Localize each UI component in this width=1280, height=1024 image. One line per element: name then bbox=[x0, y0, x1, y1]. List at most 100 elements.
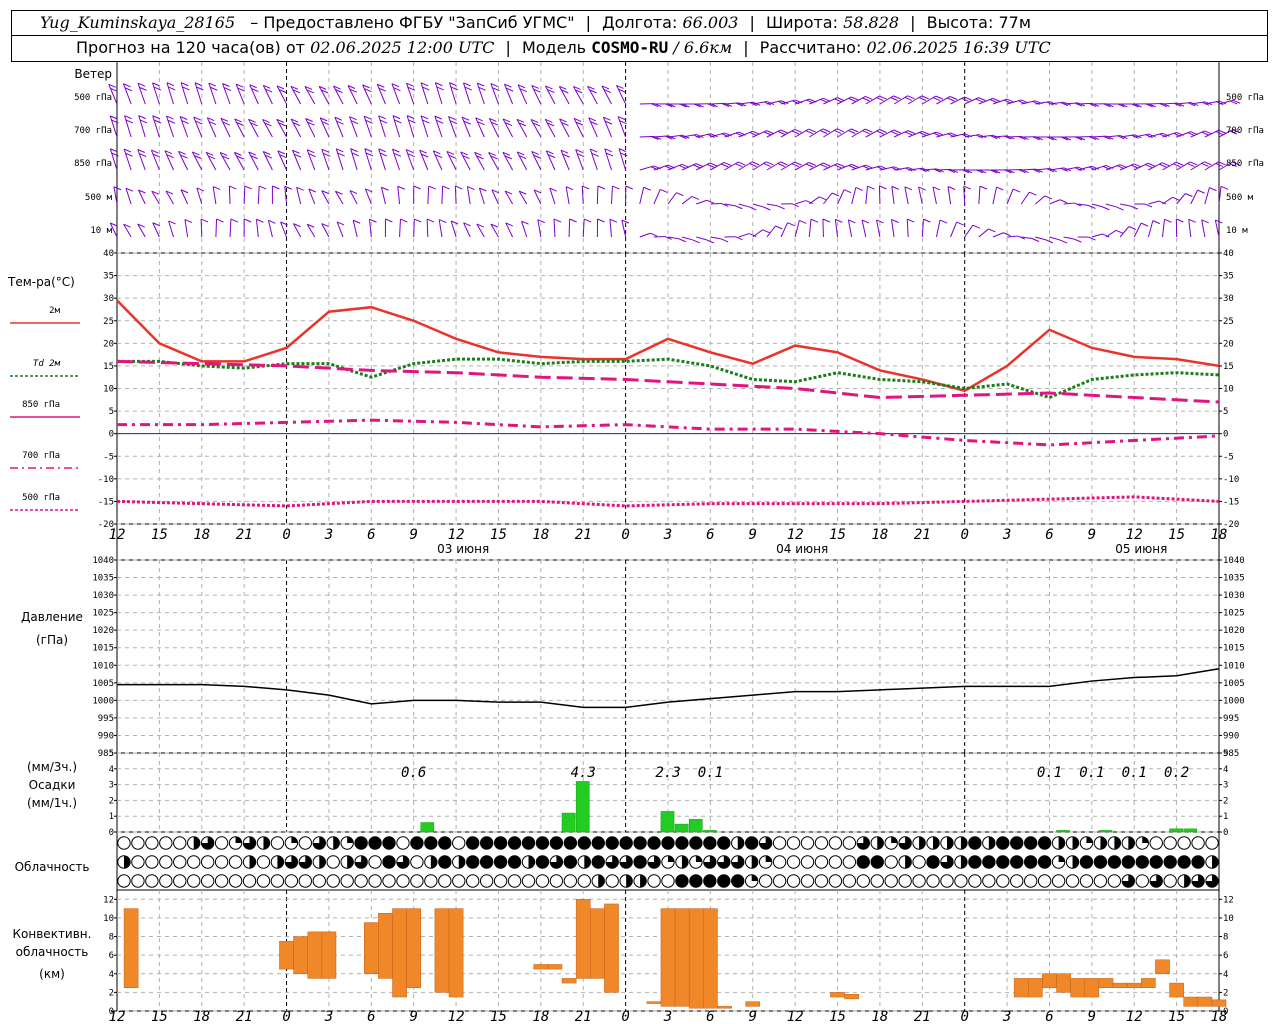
cloud-symbol bbox=[1065, 874, 1080, 888]
cloud-symbol-fill bbox=[891, 836, 898, 843]
precip-total-label: 4.3 bbox=[571, 765, 596, 781]
wind-barb-flag bbox=[597, 218, 605, 223]
wind-barb-flag bbox=[1187, 163, 1195, 168]
wind-barb-flag bbox=[972, 224, 981, 229]
cloud-symbol bbox=[1107, 874, 1122, 888]
wind-barb bbox=[319, 117, 330, 138]
y-tick-label-left: 1010 bbox=[92, 661, 114, 671]
wind-barb-flag bbox=[865, 96, 873, 100]
x-hour-label: 0 bbox=[282, 527, 290, 543]
wind-barb-flag bbox=[1189, 161, 1198, 166]
x-hour-label: 6 bbox=[367, 527, 375, 543]
wind-barb bbox=[248, 119, 259, 138]
cloud-symbol-fill bbox=[466, 855, 479, 869]
x-hour-label: 15 bbox=[829, 527, 846, 543]
cloud-symbol-fill bbox=[703, 836, 717, 850]
cloud-symbol-fill bbox=[1038, 836, 1051, 850]
cloud-symbol-fill bbox=[619, 836, 633, 850]
wind-barb bbox=[434, 115, 443, 138]
cloud-symbol bbox=[982, 874, 996, 888]
wind-barb bbox=[531, 85, 542, 105]
cloud-symbol bbox=[1163, 836, 1177, 850]
cloud-symbol-fill bbox=[1108, 855, 1121, 869]
wind-barb-flag bbox=[1012, 188, 1021, 193]
wind-barb-flag bbox=[369, 218, 377, 223]
y-tick-label-left: 1015 bbox=[92, 644, 114, 654]
temp-legend: 2м Td 2м 850 гПа 700 гПа 500 гПа bbox=[10, 306, 80, 511]
cloud-symbol-fill bbox=[494, 836, 507, 850]
wind-barb bbox=[531, 151, 542, 171]
wind-barb bbox=[248, 151, 259, 171]
precip-total-label: 0.6 bbox=[401, 765, 426, 781]
cloud-symbol bbox=[131, 855, 145, 869]
wind-barb bbox=[441, 186, 444, 205]
x-day-label: 05 июня bbox=[1115, 542, 1167, 556]
x-hour-label-bottom: 6 bbox=[706, 1009, 714, 1024]
wind-barb bbox=[837, 96, 852, 105]
meteogram-chart: 0.6 4.3 2.3 0.1 0.1 0.1 0.1 0.2 40 4035 3530 3025 2… bbox=[7, 62, 1264, 1024]
y-tick-label-left: 5 bbox=[109, 407, 114, 417]
wind-barb bbox=[350, 148, 358, 171]
wind-barb-flag bbox=[904, 96, 913, 101]
cloud-symbol-fill bbox=[249, 855, 256, 869]
wind-barb bbox=[1035, 236, 1047, 241]
cloud-symbol-fill bbox=[528, 855, 535, 869]
cloud-symbol bbox=[396, 874, 410, 888]
cloud-symbol bbox=[159, 874, 173, 888]
wind-barb-flag bbox=[904, 186, 913, 191]
cloud-symbol-fill bbox=[1038, 855, 1051, 869]
cloud-symbol bbox=[270, 874, 285, 888]
cloud-symbol-fill bbox=[1100, 836, 1107, 850]
wind-barb bbox=[559, 118, 570, 138]
cloud-symbol-fill bbox=[675, 836, 689, 850]
cloud-symbol-fill bbox=[564, 855, 577, 869]
wind-barb-flag bbox=[413, 185, 421, 190]
wind-barb bbox=[262, 151, 273, 171]
cloud-symbol bbox=[549, 874, 564, 888]
wind-barb-flag bbox=[385, 218, 393, 223]
wind-barb-flag bbox=[676, 192, 684, 197]
convective-bar bbox=[1013, 978, 1029, 998]
convective-bar bbox=[660, 908, 676, 1007]
wind-barb bbox=[1035, 195, 1046, 205]
wind-barb-flag bbox=[805, 163, 814, 168]
y-tick-label-left: 4 bbox=[109, 970, 114, 980]
cloud-symbol bbox=[884, 874, 898, 888]
wind-barb bbox=[752, 203, 764, 208]
wind-barb bbox=[1119, 163, 1135, 171]
wind-barb-flag bbox=[428, 185, 436, 190]
wind-barb-flag bbox=[426, 218, 435, 223]
wind-barb-flag bbox=[850, 128, 859, 133]
wind-barb bbox=[290, 118, 302, 138]
wind-barb bbox=[947, 186, 952, 205]
wind-barb bbox=[766, 225, 776, 238]
cloud-symbol bbox=[256, 874, 271, 888]
cloud-symbol-fill bbox=[689, 874, 703, 888]
convective-bar bbox=[703, 908, 718, 1009]
wind-barb bbox=[420, 115, 429, 138]
cloud-symbol bbox=[814, 855, 829, 869]
wind-barb bbox=[347, 85, 358, 105]
cloud-symbol bbox=[800, 874, 815, 888]
cloud-symbol-fill bbox=[1058, 855, 1065, 862]
wind-barb bbox=[196, 187, 203, 205]
x-hour-label: 0 bbox=[621, 527, 629, 543]
cloud-symbol-fill bbox=[382, 836, 396, 850]
cloud-symbol-fill bbox=[717, 874, 730, 888]
wind-barb bbox=[276, 119, 287, 138]
cloud-symbol-fill bbox=[333, 836, 340, 850]
cloud-symbol bbox=[507, 874, 522, 888]
convective-bar bbox=[1042, 973, 1057, 988]
cloud-symbol bbox=[968, 874, 982, 888]
cloud-symbol bbox=[214, 855, 229, 869]
y-tick-label-right: -10 bbox=[1223, 475, 1239, 485]
wind-barb bbox=[891, 219, 895, 238]
cloud-symbol-fill bbox=[996, 836, 1009, 850]
wind-barb bbox=[392, 115, 401, 138]
convective-bar bbox=[406, 908, 422, 988]
wind-barb bbox=[1105, 203, 1117, 208]
x-hour-label: 12 bbox=[1126, 527, 1143, 543]
convective-bar bbox=[1070, 978, 1086, 998]
wind-barb-flag bbox=[949, 96, 958, 100]
wind-barb-flag bbox=[1176, 218, 1184, 223]
